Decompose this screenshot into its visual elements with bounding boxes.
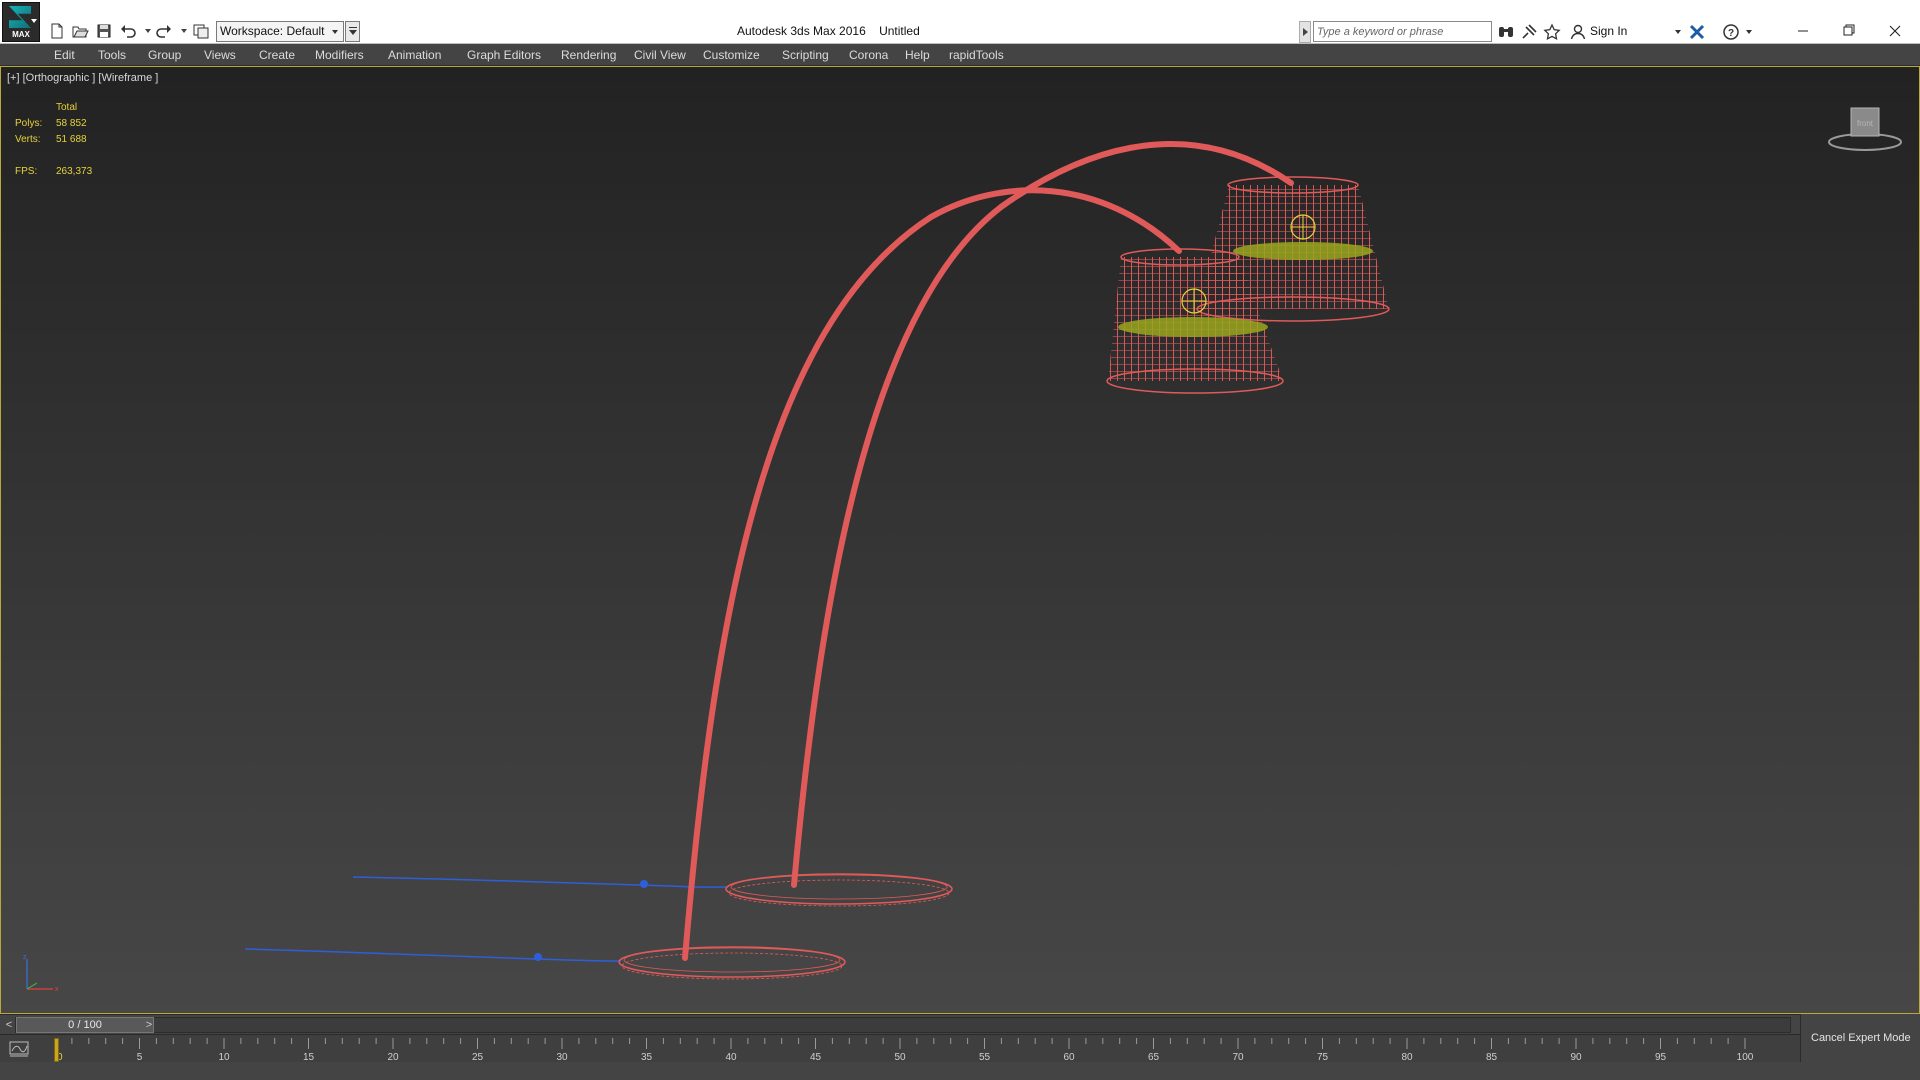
viewcube-face-label: front [1857, 119, 1874, 128]
help-dropdown-icon[interactable] [1746, 30, 1752, 34]
quick-access-customize-button[interactable] [345, 21, 360, 42]
minimize-button[interactable] [1788, 18, 1818, 44]
cable-spline-front[interactable] [244, 948, 622, 962]
scene-wireframe[interactable] [1, 67, 1919, 1013]
search-expand-button[interactable] [1299, 21, 1311, 43]
current-frame-marker[interactable] [54, 1038, 59, 1062]
restore-icon [1843, 24, 1855, 36]
logo-text: MAX [12, 30, 30, 39]
communication-center-button[interactable] [1520, 23, 1538, 41]
viewport-label-menu[interactable]: [+] [Orthographic ] [Wireframe ] [7, 72, 158, 84]
fps-label: FPS: [15, 166, 38, 177]
chevron-down-icon [332, 30, 338, 34]
frame-ruler[interactable]: 5 10 15 20 25 30 35 40 45 50 55 60 65 70 75 80 85 90 95 100… [55, 1035, 1785, 1063]
open-folder-icon [72, 26, 89, 38]
menu-civil-view[interactable]: Civil View [634, 48, 686, 62]
project-folder-icon [193, 24, 209, 39]
time-slider[interactable]: < 0 / 100 > [0, 1014, 1800, 1034]
favorites-button[interactable] [1543, 23, 1561, 41]
open-file-button[interactable] [71, 22, 89, 40]
verts-value: 51 688 [56, 134, 87, 145]
application-menu-button[interactable]: MAX [2, 2, 40, 42]
exchange-x-icon [1689, 24, 1705, 40]
close-icon [1889, 25, 1901, 37]
chevron-down-icon [31, 19, 37, 23]
polys-value: 58 852 [56, 118, 87, 129]
menu-graph-editors[interactable]: Graph Editors [467, 48, 541, 62]
expert-mode-panel: Cancel Expert Mode [1800, 1014, 1920, 1062]
new-file-icon [51, 23, 63, 39]
menu-animation[interactable]: Animation [388, 48, 441, 62]
search-binoculars-button[interactable] [1497, 23, 1515, 41]
menu-create[interactable]: Create [259, 48, 295, 62]
redo-button[interactable] [155, 22, 173, 40]
sign-in-button[interactable]: Sign In [1590, 24, 1627, 38]
axis-tripod-icon: z x [23, 954, 59, 993]
sign-in-dropdown-icon[interactable] [1675, 30, 1681, 34]
undo-icon [121, 25, 136, 38]
verts-label: Verts: [15, 134, 41, 145]
binoculars-icon [1499, 27, 1513, 37]
new-scene-button[interactable] [48, 22, 66, 40]
undo-dropdown-icon[interactable] [145, 29, 151, 33]
lamp-base-back[interactable] [725, 873, 953, 907]
3dsmax-logo-icon [9, 6, 31, 28]
workspace-dropdown[interactable]: Workspace: Default [216, 21, 344, 42]
lamp-base-front[interactable] [618, 946, 846, 980]
satellite-icon [1522, 24, 1537, 39]
cable-vertex-back[interactable] [640, 880, 648, 888]
user-icon [1569, 23, 1587, 41]
lamp-stem-front[interactable] [682, 187, 1182, 961]
save-icon [97, 24, 111, 38]
time-slider-next-button[interactable]: > [143, 1018, 155, 1032]
status-strip [0, 1062, 1920, 1080]
mini-curve-editor-icon[interactable] [8, 1039, 32, 1059]
main-menu-bar: Edit Tools Group Views Create Modifiers … [0, 44, 1920, 66]
menu-scripting[interactable]: Scripting [782, 48, 829, 62]
cable-vertex-front[interactable] [534, 953, 542, 961]
redo-icon [156, 25, 171, 38]
menu-views[interactable]: Views [204, 48, 236, 62]
time-slider-track[interactable] [15, 1017, 1791, 1033]
axis-z-label: z [23, 954, 27, 961]
close-button[interactable] [1880, 18, 1910, 44]
cable-spline-back[interactable] [352, 876, 728, 888]
menu-help[interactable]: Help [905, 48, 930, 62]
menu-rapidtools[interactable]: rapidTools [949, 48, 1004, 62]
menu-corona[interactable]: Corona [849, 48, 888, 62]
help-question-icon: ? [1723, 24, 1739, 40]
stats-header: Total [56, 102, 78, 113]
cancel-expert-mode-button[interactable]: Cancel Expert Mode [1811, 1032, 1911, 1044]
window-title: Autodesk 3ds Max 2016 Untitled [737, 24, 920, 38]
menu-modifiers[interactable]: Modifiers [315, 48, 364, 62]
search-input[interactable] [1313, 21, 1492, 42]
menu-rendering[interactable]: Rendering [561, 48, 616, 62]
time-slider-prev-button[interactable]: < [3, 1018, 15, 1032]
viewcube[interactable]: front [1823, 102, 1907, 154]
menu-tools[interactable]: Tools [98, 48, 126, 62]
redo-dropdown-icon[interactable] [181, 29, 187, 33]
save-file-button[interactable] [95, 22, 113, 40]
svg-text:?: ? [1728, 28, 1734, 39]
fps-value: 263,373 [56, 166, 93, 177]
menu-group[interactable]: Group [148, 48, 181, 62]
track-bar[interactable]: 5 10 15 20 25 30 35 40 45 50 55 60 65 70 75 80 85 90 95 100… [0, 1034, 1800, 1063]
restore-button[interactable] [1834, 18, 1864, 44]
orthographic-viewport[interactable]: [+] [Orthographic ] [Wireframe ] Total P… [0, 66, 1920, 1014]
menu-customize[interactable]: Customize [703, 48, 760, 62]
title-bar: MAX Workspace: Default Autodesk 3ds Max … [0, 0, 1920, 44]
star-icon [1543, 23, 1561, 41]
project-folder-button[interactable] [192, 22, 210, 40]
axis-x-label: x [55, 986, 59, 993]
polys-label: Polys: [15, 118, 43, 129]
menu-edit[interactable]: Edit [54, 48, 75, 62]
time-slider-thumb[interactable]: 0 / 100 [16, 1017, 154, 1033]
workspace-label: Workspace: Default [220, 24, 325, 38]
autodesk-exchange-button[interactable] [1688, 23, 1706, 41]
undo-button[interactable] [119, 22, 137, 40]
help-button[interactable]: ? [1722, 23, 1740, 41]
minimize-icon [1798, 30, 1808, 32]
